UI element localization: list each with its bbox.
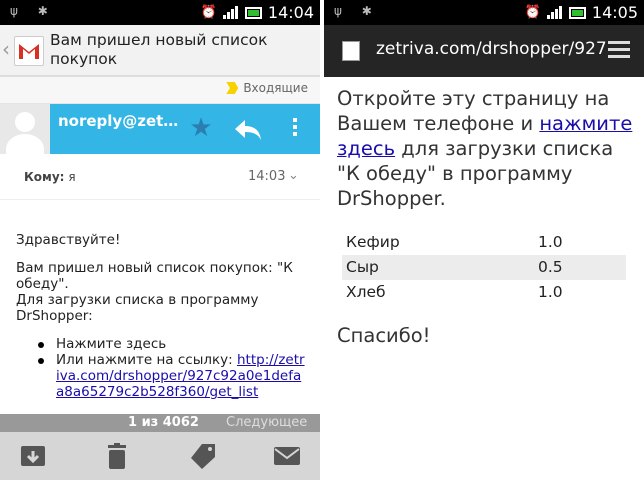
archive-icon[interactable] [18, 442, 48, 470]
pager: 1 из 4062 Следующее [0, 414, 320, 432]
recipient-label: Кому: [24, 170, 65, 184]
mark-unread-icon[interactable] [272, 442, 302, 470]
alarm-icon: ⏰ [524, 5, 541, 20]
email-body: Здравствуйте! Вам пришел новый список по… [16, 232, 308, 400]
item-name: Кефир [346, 233, 400, 251]
list-item: Нажмите здесь [38, 336, 308, 352]
item-qty: 0.5 [538, 258, 563, 276]
status-bar: ψ ✱ ⏰ 14:04 [0, 0, 320, 25]
table-row: Сыр 0.5 [342, 255, 626, 280]
battery-icon [244, 6, 262, 19]
download-options: Нажмите здесь Или нажмите на ссылку: htt… [38, 336, 308, 400]
item-name: Сыр [346, 258, 379, 276]
shopping-list-table: Кефир 1.0 Сыр 0.5 Хлеб 1.0 [342, 230, 626, 305]
back-icon[interactable]: ‹ [2, 37, 10, 61]
recipient-row: Кому: я 14:03 ⌄ [0, 154, 320, 200]
item-qty: 1.0 [538, 233, 563, 251]
overflow-menu-icon[interactable] [288, 115, 302, 145]
labels-icon[interactable] [188, 442, 218, 470]
signal-icon [222, 6, 239, 19]
body-line-2: Для загрузки списка в программу DrShoppe… [16, 292, 259, 324]
bottom-toolbar [0, 432, 320, 480]
alarm-icon: ⏰ [200, 5, 217, 20]
browser-toolbar: zetriva.com/drshopper/927 [324, 25, 644, 77]
table-row: Кефир 1.0 [342, 230, 626, 255]
tabs-menu-icon[interactable] [608, 41, 630, 61]
signal-icon [546, 6, 563, 19]
item-qty: 1.0 [538, 283, 563, 301]
recipient: Кому: я [24, 170, 76, 184]
page-favicon-icon [342, 41, 360, 61]
recipient-value: я [68, 170, 76, 184]
trash-icon[interactable] [102, 442, 132, 470]
label-tag-icon [226, 82, 239, 94]
clock: 14:04 [267, 3, 314, 22]
browser-screen: ψ ✱ ⏰ 14:05 zetriva.com/drshopper/927 От… [324, 0, 644, 480]
inbox-label[interactable]: Входящие [226, 81, 308, 95]
clock: 14:05 [591, 3, 638, 22]
battery-icon [568, 6, 586, 19]
email-subject: Вам пришел новый список покупок [50, 31, 268, 68]
label-row: Входящие [0, 77, 320, 104]
message-count: 1 из 4062 [128, 415, 199, 430]
chevron-down-icon[interactable]: ⌄ [288, 168, 299, 183]
inbox-label-text: Входящие [243, 81, 308, 95]
sender-info: noreply@zet… ★ [50, 104, 320, 154]
gmail-screen: ψ ✱ ⏰ 14:04 ‹ Вам пришел новый список по… [0, 0, 320, 480]
list-item: Или нажмите на ссылку: http://zetriva.co… [38, 352, 308, 400]
status-bar: ψ ✱ ⏰ 14:05 [324, 0, 644, 25]
body-line-1: Вам пришел новый список покупок: "К обед… [16, 260, 293, 292]
message-time: 14:03 [248, 169, 286, 184]
notification-icons: ψ ✱ [10, 4, 56, 18]
star-icon[interactable]: ★ [187, 114, 215, 142]
email-header: ‹ Вам пришел новый список покупок [0, 25, 320, 77]
reply-icon[interactable] [233, 114, 263, 144]
thanks-text: Спасибо! [337, 324, 431, 347]
avatar[interactable] [0, 104, 50, 154]
sender-bar: noreply@zet… ★ [0, 104, 320, 154]
gmail-logo-icon[interactable] [14, 36, 44, 66]
greeting: Здравствуйте! [16, 232, 121, 248]
bullet-2-prefix: Или нажмите на ссылку: [56, 352, 237, 368]
next-button[interactable]: Следующее [226, 415, 307, 430]
address-bar[interactable]: zetriva.com/drshopper/927 [376, 39, 616, 59]
notification-icons: ψ ✱ [334, 4, 380, 18]
bullet-1: Нажмите здесь [56, 336, 167, 352]
table-row: Хлеб 1.0 [342, 280, 626, 305]
sender-name[interactable]: noreply@zet… [58, 112, 178, 130]
item-name: Хлеб [346, 283, 386, 301]
page-intro: Откройте эту страницу на Вашем телефоне … [337, 86, 636, 211]
